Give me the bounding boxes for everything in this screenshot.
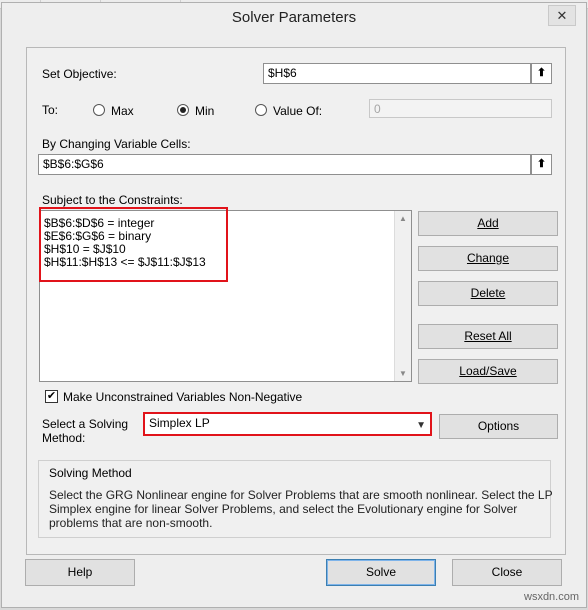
changing-cells-input[interactable]: $B$6:$G$6 [38,154,531,175]
dialog-content: Set Objective: $H$6 ⬆ To: Max Min Value … [26,47,566,555]
dialog-title: Solver Parameters [231,9,357,26]
close-button[interactable]: Close [452,559,562,586]
changing-cells-collapse-button[interactable]: ⬆ [531,154,552,175]
solving-method-description: Solving Method Select the GRG Nonlinear … [38,460,553,538]
scroll-down-icon[interactable]: ▼ [395,369,411,378]
watermark-text: wsxdn.com [524,591,580,603]
scroll-up-icon[interactable]: ▲ [395,214,411,223]
min-radio[interactable] [177,104,189,116]
set-objective-input[interactable]: $H$6 [263,63,531,84]
min-label: Min [195,104,215,118]
solve-button[interactable]: Solve [326,559,436,586]
nonneg-label: Make Unconstrained Variables Non-Negativ… [63,390,303,404]
solver-dialog: Solver Parameters ✕ Set Objective: $H$6 … [1,2,587,608]
nonneg-checkbox[interactable]: ✔ [45,390,58,403]
reset-all-button[interactable]: Reset All [418,324,558,349]
delete-button[interactable]: Delete [418,281,558,306]
to-label: To: [42,103,59,117]
constraints-label: Subject to the Constraints: [42,193,183,207]
constraints-scrollbar[interactable]: ▲ ▼ [394,211,411,381]
method-label-line2: Method: [42,431,86,445]
close-window-button[interactable]: ✕ [548,5,576,26]
checkmark-icon: ✔ [46,390,57,402]
solving-method-select[interactable]: Simplex LP ▼ [143,412,432,436]
add-button[interactable]: Add [418,211,558,236]
set-objective-label: Set Objective: [42,67,117,81]
value-of-radio[interactable] [255,104,267,116]
constraints-highlight [39,207,228,282]
objective-collapse-button[interactable]: ⬆ [531,63,552,84]
change-button[interactable]: Change [418,246,558,271]
help-button[interactable]: Help [25,559,135,586]
title-bar: Solver Parameters ✕ [2,3,586,33]
value-of-label: Value Of: [273,104,323,118]
close-icon: ✕ [556,8,568,23]
description-line1: Select the GRG Nonlinear engine for Solv… [49,488,553,502]
description-line3: problems that are non-smooth. [49,516,213,530]
arrow-up-icon: ⬆ [536,67,547,79]
max-label: Max [111,104,134,118]
arrow-up-icon: ⬆ [536,158,547,170]
description-line2: Simplex engine for linear Solver Problem… [49,502,518,516]
max-radio[interactable] [93,104,105,116]
load-save-button[interactable]: Load/Save [418,359,558,384]
changing-cells-label: By Changing Variable Cells: [42,137,191,151]
value-of-input[interactable]: 0 [369,99,552,118]
description-heading: Solving Method [49,466,132,480]
method-label-line1: Select a Solving [42,417,129,431]
options-button[interactable]: Options [439,414,558,439]
chevron-down-icon: ▼ [416,420,426,431]
solving-method-value: Simplex LP [149,416,210,430]
